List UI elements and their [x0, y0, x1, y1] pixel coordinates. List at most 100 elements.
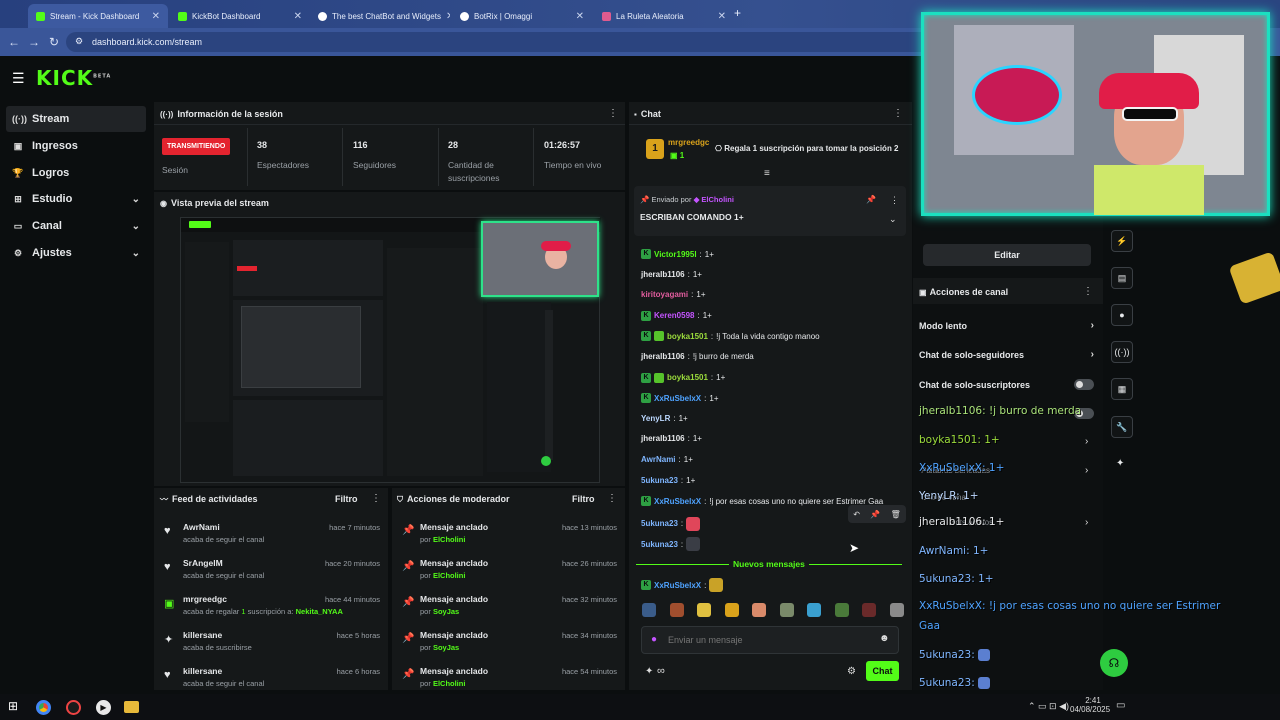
mod-more-icon[interactable]: ⋮ — [607, 493, 617, 504]
emote-icon[interactable] — [669, 603, 684, 617]
chat-send-button[interactable]: Chat — [866, 661, 899, 681]
forward-arrow-icon[interactable]: → — [24, 35, 44, 49]
chat-username[interactable]: AwrNami — [641, 455, 676, 464]
chat-username[interactable]: kiritoyagami — [641, 290, 688, 299]
kick-logo[interactable]: KICKBETA — [36, 66, 111, 90]
quick-action-wrench-icon[interactable]: 🔧 — [1111, 416, 1133, 438]
pinned-collapse-chevron-icon[interactable]: ⌄ — [889, 214, 897, 225]
chat-username[interactable]: jheralb1106 — [641, 352, 685, 361]
quick-action-kickbot-icon[interactable]: ✦ — [1116, 458, 1124, 469]
clock[interactable]: 2:41 04/08/2025 — [1070, 696, 1110, 714]
emote-icon[interactable] — [697, 603, 712, 617]
gift-top-user[interactable]: mrgreedgc — [668, 138, 709, 147]
mod-item-user[interactable]: SoyJas — [433, 607, 459, 616]
subscribers-only-toggle[interactable] — [1074, 379, 1094, 390]
new-messages-label[interactable]: Nuevos mensajes — [729, 559, 809, 569]
chat-message-input[interactable] — [668, 632, 868, 648]
windows-start-icon[interactable]: ⊞ — [8, 699, 18, 713]
sidebar-item-canal[interactable]: ▭ Canal ⌄ — [6, 213, 146, 239]
chat-username[interactable]: Victor1995l — [654, 250, 697, 259]
session-more-icon[interactable]: ⋮ — [608, 108, 618, 119]
sidebar-item-estudio[interactable]: ⊞ Estudio ⌄ — [6, 186, 146, 212]
tab-botrix[interactable]: BotRix | Omaggi ✕ — [452, 4, 592, 28]
pinned-more-icon[interactable]: ⋮ — [890, 195, 899, 206]
chat-username[interactable]: 5ukuna23 — [641, 540, 678, 549]
new-tab-button[interactable]: + — [734, 6, 741, 20]
emote-icon[interactable] — [752, 603, 767, 617]
pinned-by-user[interactable]: ◆ ElCholini — [694, 195, 734, 204]
expand-leaderboard-icon[interactable]: ≡ — [764, 168, 770, 179]
menu-hamburger-icon[interactable]: ☰ — [12, 70, 25, 87]
chat-more-icon[interactable]: ⋮ — [893, 108, 903, 119]
close-tab-icon[interactable]: ✕ — [294, 11, 302, 22]
chat-username[interactable]: jheralb1106 — [641, 434, 685, 443]
chat-username[interactable]: XxRuSbelxX — [654, 394, 701, 403]
mod-item-user[interactable]: SoyJas — [433, 643, 459, 652]
emote-icon[interactable] — [889, 603, 904, 617]
help-headset-icon[interactable]: ☊ — [1100, 649, 1128, 677]
close-tab-icon[interactable]: ✕ — [152, 11, 160, 22]
chat-username[interactable]: XxRuSbelxX — [654, 497, 701, 506]
feed-item-name[interactable]: killersane — [183, 666, 222, 676]
kickbot-icon[interactable]: ✦ — [645, 666, 653, 677]
url-field[interactable]: ⚙ dashboard.kick.com/stream — [66, 32, 946, 52]
microphone-icon[interactable]: ● — [651, 634, 657, 645]
feed-more-icon[interactable]: ⋮ — [371, 493, 381, 504]
reply-icon[interactable]: ↶ — [853, 510, 860, 519]
sidebar-item-logros[interactable]: 🏆 Logros — [6, 160, 146, 186]
trash-icon[interactable]: 🗑 — [891, 510, 901, 519]
chat-username[interactable]: boyka1501 — [667, 332, 708, 341]
tab-chatbot[interactable]: The best ChatBot and Widgets✕ — [310, 4, 450, 28]
chevron-right-icon[interactable]: › — [1085, 465, 1088, 476]
quick-action-broadcast-icon[interactable]: ((·)) — [1111, 341, 1133, 363]
sidebar-item-ingresos[interactable]: ▣ Ingresos — [6, 133, 146, 159]
notifications-icon[interactable]: ▭ — [1116, 700, 1125, 711]
unpin-icon[interactable]: 📌 — [866, 195, 876, 204]
feed-filter-button[interactable]: Filtro — [335, 494, 358, 504]
gift-sub-prompt[interactable]: ⎔ Regala 1 suscripción para tomar la pos… — [715, 144, 899, 153]
feed-item-name[interactable]: SrAngelM — [183, 558, 223, 568]
file-explorer-taskbar-icon[interactable] — [124, 701, 139, 713]
quick-action-clipboard-icon[interactable]: ▤ — [1111, 267, 1133, 289]
quick-action-chat-icon[interactable]: ● — [1111, 304, 1133, 326]
chat-username[interactable]: YenyLR — [641, 414, 670, 423]
emote-icon[interactable] — [862, 603, 877, 617]
pin-icon[interactable]: 📌 — [870, 510, 880, 519]
tray-icons[interactable]: ⌃ ▭ ⊡ ◀) — [1028, 701, 1069, 712]
chat-settings-gear-icon[interactable]: ⚙ — [847, 666, 856, 677]
site-info-icon[interactable]: ⚙ — [75, 36, 83, 47]
subscribers-only-row[interactable]: Chat de solo-suscriptores — [919, 379, 1094, 390]
close-tab-icon[interactable]: ✕ — [718, 11, 726, 22]
tab-ruleta[interactable]: La Ruleta Aleatoria ✕ — [594, 4, 734, 28]
chrome-taskbar-icon[interactable] — [36, 700, 51, 715]
emote-icon[interactable] — [724, 603, 739, 617]
infinity-icon[interactable]: ∞ — [657, 665, 665, 677]
emoji-picker-icon[interactable]: ☻ — [879, 633, 890, 644]
emote-icon[interactable] — [642, 603, 656, 617]
sidebar-item-ajustes[interactable]: ⚙ Ajustes ⌄ — [6, 240, 146, 266]
stream-preview-video[interactable] — [180, 217, 601, 483]
chat-username[interactable]: boyka1501 — [667, 373, 708, 382]
quick-action-layout-icon[interactable]: ▦ — [1111, 378, 1133, 400]
close-tab-icon[interactable]: ✕ — [446, 11, 450, 22]
edit-stream-button[interactable]: Editar — [923, 244, 1091, 266]
back-arrow-icon[interactable]: ← — [4, 35, 24, 49]
chat-username[interactable]: 5ukuna23 — [641, 519, 678, 528]
chevron-right-icon[interactable]: › — [1085, 517, 1088, 528]
tab-kick-dashboard[interactable]: Stream - Kick Dashboard ✕ — [28, 4, 168, 28]
feed-item-name[interactable]: killersane — [183, 630, 222, 640]
chat-username[interactable]: jheralb1106 — [641, 270, 685, 279]
close-tab-icon[interactable]: ✕ — [576, 11, 584, 22]
obs-taskbar-icon[interactable] — [66, 700, 81, 715]
chat-username[interactable]: 5ukuna23 — [641, 476, 678, 485]
sidebar-item-stream[interactable]: ((·)) Stream — [6, 106, 146, 132]
feed-item-name[interactable]: AwrNami — [183, 522, 220, 532]
followers-only-row[interactable]: Chat de solo-seguidores › — [919, 349, 1094, 360]
feed-item-gift-target[interactable]: Nekita_NYAA — [296, 607, 343, 616]
chevron-right-icon[interactable]: › — [1085, 436, 1088, 447]
quick-action-lightning-icon[interactable]: ⚡ — [1111, 230, 1133, 252]
emote-icon[interactable] — [807, 603, 822, 617]
slow-mode-row[interactable]: Modo lento › — [919, 320, 1094, 331]
mod-item-user[interactable]: ElCholini — [433, 535, 466, 544]
mod-item-user[interactable]: ElCholini — [433, 679, 466, 688]
